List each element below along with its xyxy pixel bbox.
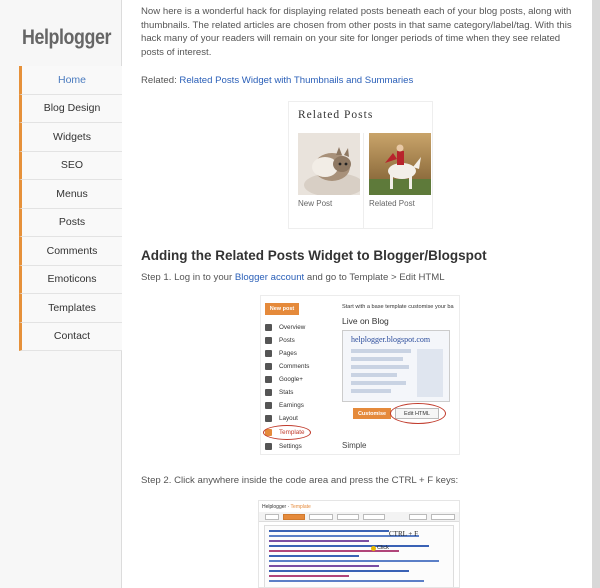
toolbar-button: [337, 514, 359, 520]
code-line: [269, 560, 439, 562]
code-line: [269, 570, 409, 572]
code-editor-screenshot: Helplogger · Template CTRL + F Click: [258, 500, 460, 588]
blogger-dashboard-sidebar: New post Overview Posts Pages Comments G…: [261, 296, 338, 454]
simple-template-label: Simple: [342, 441, 367, 450]
code-line: [269, 540, 369, 542]
new-post-caption[interactable]: New Post: [298, 199, 332, 208]
ctrl-f-annotation: CTRL + F: [389, 530, 418, 538]
code-line: [269, 555, 359, 557]
sidebar: Helplogger Home Blog Design Widgets SEO …: [0, 0, 122, 588]
step1-suffix: and go to Template > Edit HTML: [304, 272, 445, 283]
nav-item-contact[interactable]: Contact: [19, 322, 122, 351]
trophy-icon: [265, 402, 272, 409]
related-line: Related: Related Posts Widget with Thumb…: [141, 75, 413, 86]
menu-posts: Posts: [265, 337, 295, 344]
code-line: [269, 580, 424, 582]
wrench-icon: [265, 443, 272, 450]
kitten-thumbnail[interactable]: [298, 133, 360, 195]
code-line: [269, 530, 389, 532]
code-line: [269, 545, 429, 547]
related-posts-link[interactable]: Related Posts Widget with Thumbnails and…: [179, 75, 413, 86]
intro-paragraph: Now here is a wonderful hack for display…: [141, 6, 572, 58]
menu-stats: Stats: [265, 389, 293, 396]
click-pointer-icon: [371, 546, 376, 551]
step1-text: Step 1. Log in to your Blogger account a…: [141, 272, 445, 283]
nav-item-seo[interactable]: SEO: [19, 151, 122, 180]
blog-preview-title: helplogger.blogspot.com: [351, 335, 431, 344]
toolbar-button: [265, 514, 279, 520]
click-annotation: Click: [377, 545, 389, 551]
menu-pages: Pages: [265, 350, 297, 357]
customise-button: Customise: [353, 408, 391, 419]
preview-line: [351, 373, 397, 377]
template-intro-text: Start with a base template customise you…: [342, 304, 454, 310]
horse-rider-thumbnail[interactable]: [369, 133, 431, 195]
preview-line: [351, 349, 411, 353]
menu-settings: Settings: [265, 443, 302, 450]
comments-icon: [265, 363, 272, 370]
editor-breadcrumb: Helplogger · Template: [262, 504, 311, 510]
menu-layout: Layout: [265, 415, 298, 422]
nav-item-home[interactable]: Home: [19, 66, 122, 95]
preview-line: [351, 381, 406, 385]
code-area: [264, 525, 454, 587]
menu-comments: Comments: [265, 363, 309, 370]
menu-earnings: Earnings: [265, 402, 304, 409]
overview-icon: [265, 324, 272, 331]
step1-prefix: Step 1. Log in to your: [141, 272, 235, 283]
site-logo[interactable]: Helplogger: [22, 26, 111, 50]
nav-item-posts[interactable]: Posts: [19, 208, 122, 237]
blogger-account-link[interactable]: Blogger account: [235, 272, 304, 283]
stats-icon: [265, 389, 272, 396]
nav-item-emoticons[interactable]: Emoticons: [19, 265, 122, 294]
posts-icon: [265, 337, 272, 344]
widget-divider: [363, 133, 364, 229]
nav-item-comments[interactable]: Comments: [19, 237, 122, 266]
article-content: Now here is a wonderful hack for display…: [122, 0, 592, 588]
live-on-blog-label: Live on Blog: [342, 316, 389, 326]
nav-menu: Home Blog Design Widgets SEO Menus Posts…: [19, 66, 122, 351]
new-post-button: New post: [265, 303, 299, 315]
code-line: [269, 565, 379, 567]
toolbar-button: [309, 514, 333, 520]
google-plus-icon: [265, 376, 272, 383]
code-line: [269, 575, 349, 577]
layout-icon: [265, 415, 272, 422]
toolbar-button: [363, 514, 385, 520]
toolbar-button: [409, 514, 427, 520]
section-heading: Adding the Related Posts Widget to Blogg…: [141, 248, 487, 263]
step2-text: Step 2. Click anywhere inside the code a…: [141, 475, 459, 486]
page-edge: [592, 0, 600, 588]
crumb-page: Template: [290, 504, 311, 510]
related-prefix: Related:: [141, 75, 180, 86]
nav-item-templates[interactable]: Templates: [19, 294, 122, 323]
blog-preview: helplogger.blogspot.com: [342, 330, 450, 402]
preview-line: [351, 357, 403, 361]
crumb-site: Helplogger: [262, 504, 287, 510]
related-posts-title: Related Posts: [298, 109, 374, 121]
related-posts-widget-example: Related Posts New Post Related Post: [288, 101, 433, 229]
preview-line: [351, 389, 391, 393]
menu-overview: Overview: [265, 324, 305, 331]
nav-item-blog-design[interactable]: Blog Design: [19, 94, 122, 123]
save-template-button: [283, 514, 305, 520]
blogger-template-screenshot: New post Overview Posts Pages Comments G…: [260, 295, 460, 455]
template-highlight-oval: [263, 425, 311, 440]
preview-sidebar: [417, 349, 443, 397]
edit-html-highlight-oval: [390, 403, 446, 424]
nav-item-menus[interactable]: Menus: [19, 180, 122, 209]
nav-item-widgets[interactable]: Widgets: [19, 123, 122, 152]
menu-google-plus: Google+: [265, 376, 303, 383]
toolbar-button: [431, 514, 455, 520]
related-post-caption[interactable]: Related Post: [369, 199, 415, 208]
pages-icon: [265, 350, 272, 357]
preview-line: [351, 365, 409, 369]
